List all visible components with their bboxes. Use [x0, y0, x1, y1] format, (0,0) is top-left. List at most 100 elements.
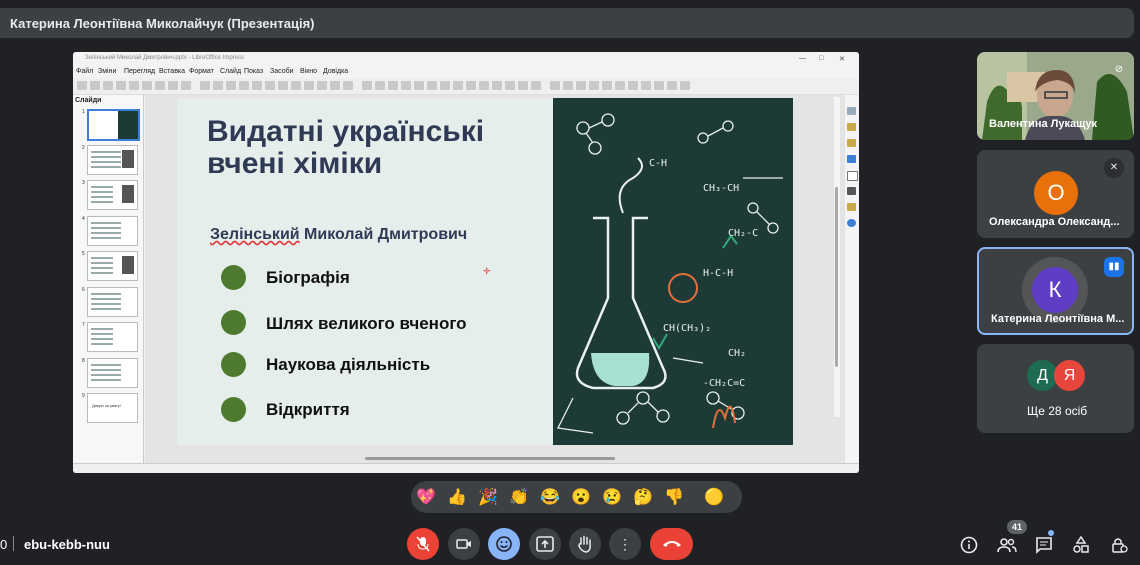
toolbar-button[interactable] — [103, 81, 113, 90]
thumbs-up-reaction[interactable]: 👍 — [446, 487, 468, 507]
toolbar-button[interactable] — [375, 81, 385, 90]
slide-thumbnail[interactable] — [87, 357, 138, 388]
master-slides-icon[interactable] — [847, 155, 856, 163]
toolbar-button[interactable] — [550, 81, 560, 90]
toolbar-button[interactable] — [226, 81, 236, 90]
toolbar-button[interactable] — [304, 81, 314, 90]
slide-thumbnail[interactable] — [87, 144, 138, 175]
toolbar-button[interactable] — [252, 81, 262, 90]
host-controls-icon[interactable] — [1108, 534, 1130, 556]
mic-off-button[interactable] — [407, 528, 439, 560]
toolbar-button[interactable] — [291, 81, 301, 90]
animation-icon[interactable] — [847, 187, 856, 195]
menu-file[interactable]: Файл — [76, 68, 93, 75]
toolbar-button[interactable] — [505, 81, 515, 90]
toolbar-button[interactable] — [479, 81, 489, 90]
toolbar-button[interactable] — [531, 81, 541, 90]
toolbar-button[interactable] — [615, 81, 625, 90]
toolbar-button[interactable] — [181, 81, 191, 90]
present-button[interactable] — [529, 528, 561, 560]
toolbar-button[interactable] — [343, 81, 353, 90]
laugh-reaction[interactable]: 😂 — [539, 487, 561, 507]
party-reaction[interactable]: 🎉 — [477, 487, 499, 507]
toolbar-button[interactable] — [466, 81, 476, 90]
slide-thumbnail[interactable]: Дякую за увагу! — [87, 393, 138, 423]
toolbar-button[interactable] — [129, 81, 139, 90]
transition-icon[interactable] — [847, 203, 856, 211]
menu-slide[interactable]: Слайд — [220, 68, 241, 75]
participant-tile[interactable]: О Олександра Олександ... ✕ — [977, 150, 1134, 238]
info-icon[interactable] — [958, 534, 980, 556]
current-slide[interactable]: Видатні українські вчені хіміки Зелінськ… — [177, 98, 793, 445]
slide-thumbnail[interactable] — [87, 251, 138, 281]
camera-button[interactable] — [448, 528, 480, 560]
people-icon[interactable] — [996, 534, 1018, 556]
toolbar-button[interactable] — [602, 81, 612, 90]
toolbar-button[interactable] — [90, 81, 100, 90]
toolbar-button[interactable] — [518, 81, 528, 90]
raise-hand-button[interactable] — [569, 528, 601, 560]
clap-reaction[interactable]: 👏 — [508, 487, 530, 507]
slide-thumbnail[interactable] — [87, 215, 138, 246]
more-options-button[interactable]: ⋮ — [609, 528, 641, 560]
chat-icon[interactable] — [1033, 534, 1055, 556]
vertical-scrollbar[interactable] — [834, 97, 840, 417]
toolbar-button[interactable] — [77, 81, 87, 90]
toolbar-button[interactable] — [213, 81, 223, 90]
menu-window[interactable]: Вікно — [300, 68, 317, 75]
navigator-icon[interactable] — [847, 219, 856, 227]
toolbar-button[interactable] — [414, 81, 424, 90]
toolbar-button[interactable] — [200, 81, 210, 90]
leave-call-button[interactable] — [650, 528, 693, 560]
participant-tile-speaking[interactable]: К Катерина Леонтіївна М... ▮▮ — [977, 247, 1134, 335]
toolbar-button[interactable] — [155, 81, 165, 90]
menu-tools[interactable]: Засоби — [270, 68, 294, 75]
toolbar-button[interactable] — [427, 81, 437, 90]
toolbar-button[interactable] — [265, 81, 275, 90]
menu-view[interactable]: Перегляд — [124, 68, 155, 75]
toolbar-button[interactable] — [362, 81, 372, 90]
menu-edit[interactable]: Зміни — [98, 68, 116, 75]
slide-thumbnail[interactable] — [87, 322, 138, 352]
surprised-reaction[interactable]: 😮 — [570, 487, 592, 507]
toolbar-button[interactable] — [142, 81, 152, 90]
minimize-icon[interactable]: — — [799, 55, 806, 62]
menu-show[interactable]: Показ — [244, 68, 263, 75]
toolbar-button[interactable] — [388, 81, 398, 90]
sad-reaction[interactable]: 😢 — [601, 487, 623, 507]
gallery-icon[interactable] — [847, 139, 856, 147]
toolbar-button[interactable] — [453, 81, 463, 90]
toolbar-button[interactable] — [589, 81, 599, 90]
toolbar-button[interactable] — [563, 81, 573, 90]
menu-help[interactable]: Довідка — [323, 68, 348, 75]
toolbar-button[interactable] — [239, 81, 249, 90]
toolbar-button[interactable] — [654, 81, 664, 90]
styles-icon[interactable] — [847, 123, 856, 131]
menu-format[interactable]: Формат — [189, 68, 214, 75]
shapes-icon[interactable] — [847, 171, 858, 181]
horizontal-scrollbar[interactable] — [365, 457, 615, 460]
toolbar-button[interactable] — [440, 81, 450, 90]
toolbar-button[interactable] — [680, 81, 690, 90]
toolbar-button[interactable] — [116, 81, 126, 90]
maximize-icon[interactable]: □ — [819, 55, 823, 62]
toolbar-button[interactable] — [641, 81, 651, 90]
properties-icon[interactable] — [847, 107, 856, 115]
slide-thumbnail[interactable] — [87, 180, 138, 210]
skin-tone-reaction[interactable]: 🟡 — [703, 487, 725, 507]
thumbs-down-reaction[interactable]: 👎 — [663, 487, 685, 507]
toolbar-button[interactable] — [330, 81, 340, 90]
slide-thumbnail[interactable] — [87, 109, 140, 141]
close-icon[interactable]: ✕ — [839, 55, 845, 63]
toolbar-button[interactable] — [492, 81, 502, 90]
emoji-button[interactable] — [488, 528, 520, 560]
toolbar-button[interactable] — [401, 81, 411, 90]
more-participants-tile[interactable]: Д Я Ще 28 осіб — [977, 344, 1134, 433]
activities-icon[interactable] — [1070, 534, 1092, 556]
menu-insert[interactable]: Вставка — [159, 68, 185, 75]
toolbar-button[interactable] — [317, 81, 327, 90]
toolbar-button[interactable] — [576, 81, 586, 90]
toolbar-button[interactable] — [168, 81, 178, 90]
sparkling-heart-reaction[interactable]: 💖 — [415, 487, 437, 507]
participant-tile-video[interactable]: Валентина Лукащук ⊘ — [977, 52, 1134, 140]
